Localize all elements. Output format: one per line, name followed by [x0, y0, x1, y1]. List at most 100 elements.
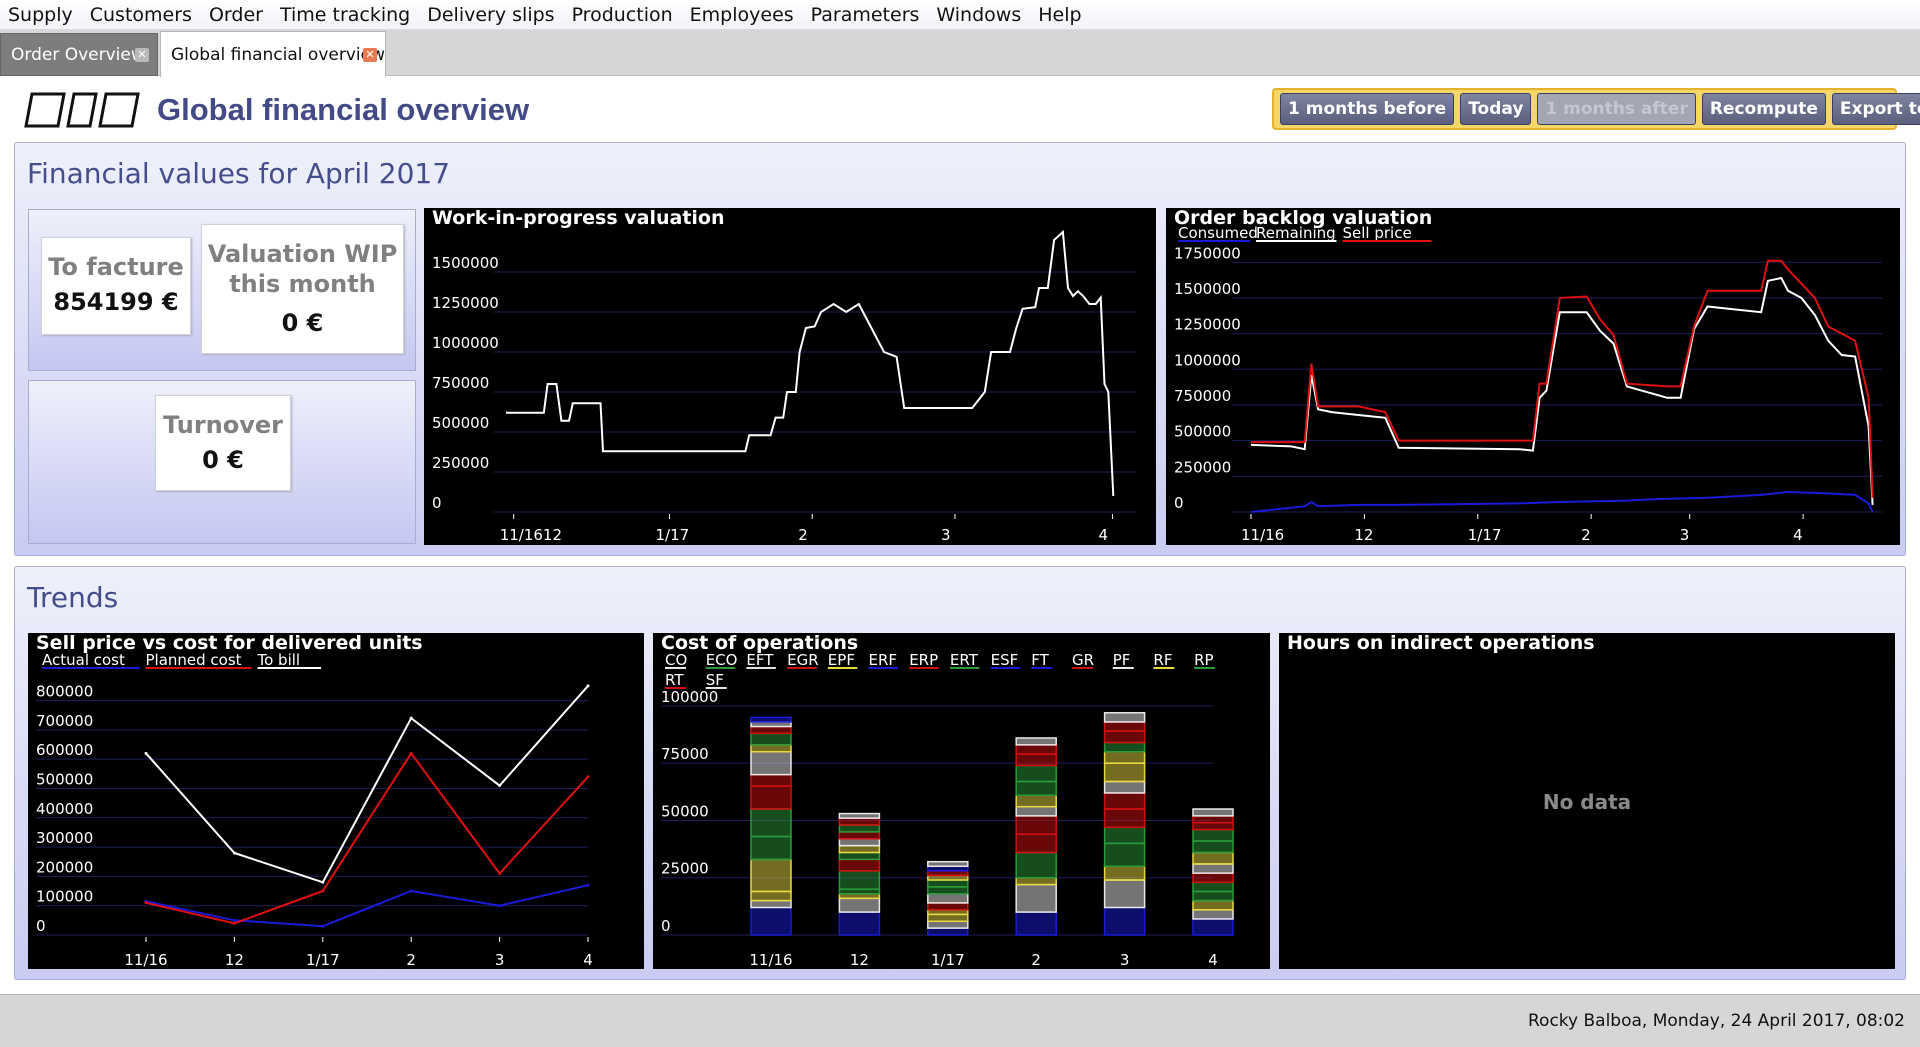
- stacked-bar-segment: [838, 897, 881, 913]
- recompute-button[interactable]: Recompute: [1701, 93, 1826, 125]
- stacked-bar-segment: [750, 732, 792, 746]
- series-line: [1251, 259, 1874, 498]
- y-tick-label: 600000: [36, 741, 93, 759]
- data-point: [586, 775, 590, 779]
- tab-global-financial-overview[interactable]: Global financial overview ✕: [160, 31, 386, 77]
- menu-help[interactable]: Help: [1038, 4, 1081, 26]
- stacked-bar-segment: [1192, 863, 1234, 874]
- data-point: [498, 784, 502, 788]
- stacked-bar-segment: [750, 899, 792, 909]
- data-point: [498, 904, 502, 908]
- stacked-bar-segment: [1192, 872, 1234, 884]
- stacked-bar-segment: [750, 750, 792, 776]
- stacked-bar-segment: [1015, 815, 1057, 835]
- y-tick-label: 1000000: [432, 334, 499, 352]
- y-tick-label: 750000: [1174, 387, 1231, 405]
- today-button[interactable]: Today: [1460, 93, 1532, 125]
- stacked-bar-segment: [1192, 881, 1234, 893]
- hours-indirect-operations-chart: Hours on indirect operations No data: [1279, 633, 1895, 969]
- menu-parameters[interactable]: Parameters: [811, 4, 920, 26]
- y-tick-label: 1000000: [1174, 351, 1241, 369]
- stacked-bar-segment: [1015, 876, 1057, 886]
- menu-production[interactable]: Production: [572, 4, 673, 26]
- stacked-bar-segment: [1103, 906, 1146, 936]
- menu-customers[interactable]: Customers: [90, 4, 192, 26]
- y-tick-label: 700000: [36, 712, 93, 730]
- series-line: [145, 751, 589, 925]
- stacked-bar-segment: [750, 744, 792, 753]
- x-tick-label: 1/17: [306, 951, 340, 969]
- menu-employees[interactable]: Employees: [690, 4, 794, 26]
- stacked-bar-segment: [750, 773, 792, 787]
- export-excel-button[interactable]: Export to Excel: [1831, 93, 1920, 125]
- stacked-bar-segment: [1192, 828, 1234, 842]
- stacked-bar-segment: [927, 913, 969, 923]
- data-point: [498, 871, 502, 875]
- data-point: [409, 716, 413, 720]
- y-tick-label: 750000: [432, 374, 489, 392]
- menu-time-tracking[interactable]: Time tracking: [280, 4, 410, 26]
- y-tick-label: 200000: [36, 858, 93, 876]
- stacked-bar-segment: [750, 906, 792, 936]
- legend-label: SF: [706, 671, 724, 689]
- menu-supply[interactable]: Supply: [8, 4, 73, 26]
- previous-month-button[interactable]: 1 months before: [1280, 93, 1455, 125]
- x-tick-label: 11/16: [1241, 526, 1284, 544]
- x-tick-label: 4: [1208, 951, 1218, 969]
- stacked-bar-segment: [838, 844, 881, 854]
- next-month-button[interactable]: 1 months after: [1537, 93, 1696, 125]
- stacked-bar-segment: [838, 858, 881, 872]
- tab-label: Global financial overview: [171, 44, 385, 65]
- stacked-bar-segment: [1192, 890, 1234, 902]
- operations-chart-svg: Cost of operations0250005000075000100000…: [661, 633, 1234, 969]
- y-tick-label: 250000: [1174, 458, 1231, 476]
- data-point: [409, 751, 413, 755]
- stacked-bar-segment: [838, 838, 881, 847]
- stacked-bar-segment: [838, 870, 881, 890]
- data-point: [144, 901, 148, 905]
- kpi-value: 0 €: [202, 446, 244, 474]
- x-tick-label: 12: [850, 951, 869, 969]
- stacked-bar-segment: [838, 831, 881, 840]
- panel-title: Trends: [27, 581, 119, 614]
- stacked-bar-segment: [750, 785, 792, 810]
- x-tick-label: 3: [1120, 951, 1130, 969]
- legend-label: RP: [1194, 651, 1213, 669]
- sellprice-chart-svg: Sell price vs cost for delivered units01…: [36, 633, 593, 969]
- kpi-group-facture: To facture 854199 € Valuation WIP this m…: [28, 209, 416, 371]
- stacked-bar-segment: [1103, 792, 1146, 810]
- x-tick-label: 4: [1098, 526, 1108, 544]
- close-icon[interactable]: ✕: [135, 47, 149, 62]
- legend-label: ERP: [909, 651, 938, 669]
- x-tick-label: 3: [1680, 526, 1690, 544]
- legend-label: FT: [1031, 651, 1049, 669]
- x-tick-label: 2: [1031, 951, 1041, 969]
- tab-label: Order Overview: [11, 44, 145, 65]
- close-icon[interactable]: ✕: [363, 47, 377, 62]
- legend-label: Actual cost: [42, 651, 125, 669]
- kpi-group-turnover: Turnover 0 €: [28, 380, 416, 544]
- series-line: [1250, 276, 1874, 505]
- stacked-bar-segment: [838, 817, 881, 826]
- stacked-bar-segment: [1103, 865, 1146, 881]
- stacked-bar-segment: [1015, 911, 1057, 936]
- no-data-label: No data: [1543, 790, 1631, 814]
- data-point: [144, 751, 148, 755]
- menu-windows[interactable]: Windows: [936, 4, 1021, 26]
- y-tick-label: 100000: [661, 688, 718, 706]
- x-tick-label: 2: [406, 951, 416, 969]
- stacked-bar-segment: [1192, 899, 1234, 911]
- hours-chart-svg: Hours on indirect operations No data: [1287, 633, 1631, 814]
- data-point: [232, 918, 236, 922]
- data-point: [409, 889, 413, 893]
- stacked-bar-segment: [927, 920, 969, 929]
- tab-order-overview[interactable]: Order Overview ✕: [0, 33, 158, 76]
- data-point: [232, 921, 236, 925]
- financial-values-panel: Financial values for April 2017 To factu…: [14, 142, 1906, 556]
- menu-order[interactable]: Order: [209, 4, 263, 26]
- menu-delivery-slips[interactable]: Delivery slips: [427, 4, 554, 26]
- kpi-label: Valuation WIP: [207, 240, 398, 268]
- y-tick-label: 400000: [36, 800, 93, 818]
- stacked-bar-segment: [1103, 750, 1146, 764]
- stacked-bar-segment: [1103, 808, 1146, 829]
